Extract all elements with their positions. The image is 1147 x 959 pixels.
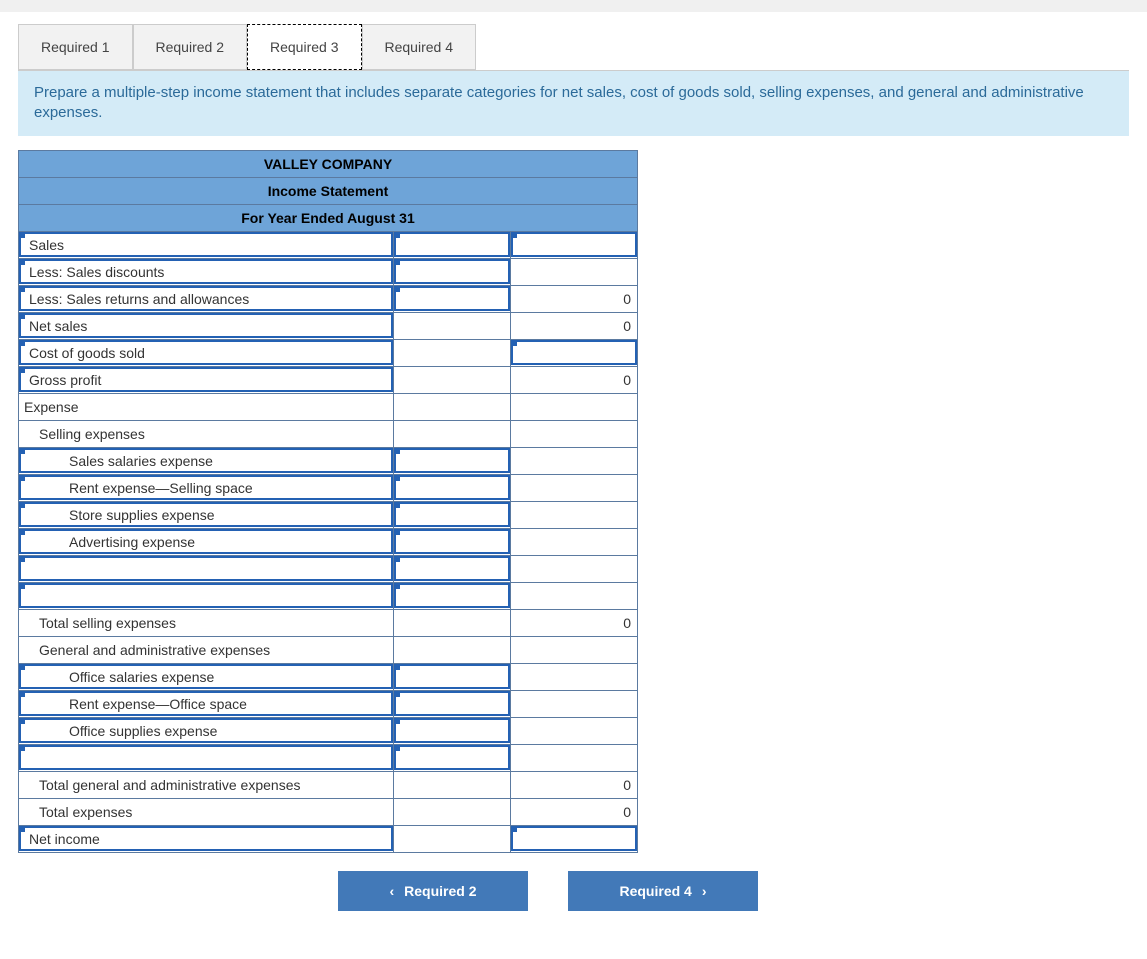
row-21-label: Total expenses [19, 798, 394, 825]
row-2-label-input[interactable]: Less: Sales returns and allowances [19, 285, 394, 312]
row-11-mid-input[interactable] [394, 528, 511, 555]
row-10-label-input[interactable]: Store supplies expense [19, 501, 394, 528]
row-6-label: Expense [19, 393, 394, 420]
row-17-label-input[interactable]: Rent expense—Office space [19, 690, 394, 717]
row-7-mid [394, 420, 511, 447]
income-statement-worksheet: VALLEY COMPANY Income Statement For Year… [18, 150, 638, 853]
row-12-mid-input[interactable] [394, 555, 511, 582]
row-0-label-input[interactable]: Sales [19, 231, 394, 258]
row-5-label-input[interactable]: Gross profit [19, 366, 394, 393]
row-18-right [511, 717, 638, 744]
row-22-mid [394, 825, 511, 852]
row-1-mid-input[interactable] [394, 258, 511, 285]
row-9-right [511, 474, 638, 501]
header-company: VALLEY COMPANY [19, 150, 638, 177]
row-10-right [511, 501, 638, 528]
row-1-right [511, 258, 638, 285]
row-4-label-input[interactable]: Cost of goods sold [19, 339, 394, 366]
tab-required-2[interactable]: Required 2 [133, 24, 248, 70]
next-button[interactable]: Required 4 › [568, 871, 758, 911]
row-17-right [511, 690, 638, 717]
row-19-right [511, 744, 638, 771]
row-16-mid-input[interactable] [394, 663, 511, 690]
chevron-right-icon: › [702, 883, 707, 899]
row-4-mid [394, 339, 511, 366]
tab-required-1[interactable]: Required 1 [18, 24, 133, 70]
row-2-right: 0 [511, 285, 638, 312]
row-15-mid [394, 636, 511, 663]
row-11-right [511, 528, 638, 555]
row-12-right [511, 555, 638, 582]
row-15-label: General and administrative expenses [19, 636, 394, 663]
row-6-right [511, 393, 638, 420]
row-13-label-input[interactable] [19, 582, 394, 609]
row-8-right [511, 447, 638, 474]
row-17-mid-input[interactable] [394, 690, 511, 717]
row-16-right [511, 663, 638, 690]
row-0-mid-input[interactable] [394, 231, 511, 258]
row-16-label-input[interactable]: Office salaries expense [19, 663, 394, 690]
header-period: For Year Ended August 31 [19, 204, 638, 231]
row-2-mid-input[interactable] [394, 285, 511, 312]
row-18-mid-input[interactable] [394, 717, 511, 744]
row-6-mid [394, 393, 511, 420]
next-button-label: Required 4 [619, 883, 691, 899]
row-22-label-input[interactable]: Net income [19, 825, 394, 852]
row-21-right: 0 [511, 798, 638, 825]
row-18-label-input[interactable]: Office supplies expense [19, 717, 394, 744]
row-4-right-input[interactable] [511, 339, 638, 366]
row-13-mid-input[interactable] [394, 582, 511, 609]
top-bar [0, 0, 1147, 12]
row-13-right [511, 582, 638, 609]
row-19-label-input[interactable] [19, 744, 394, 771]
row-0-right-input[interactable] [511, 231, 638, 258]
row-20-label: Total general and administrative expense… [19, 771, 394, 798]
instruction-banner: Prepare a multiple-step income statement… [18, 70, 1129, 136]
row-3-label-input[interactable]: Net sales [19, 312, 394, 339]
prev-button[interactable]: ‹ Required 2 [338, 871, 528, 911]
row-3-mid [394, 312, 511, 339]
row-8-label-input[interactable]: Sales salaries expense [19, 447, 394, 474]
row-10-mid-input[interactable] [394, 501, 511, 528]
row-20-right: 0 [511, 771, 638, 798]
row-12-label-input[interactable] [19, 555, 394, 582]
row-19-mid-input[interactable] [394, 744, 511, 771]
row-5-mid [394, 366, 511, 393]
row-14-label: Total selling expenses [19, 609, 394, 636]
row-21-mid [394, 798, 511, 825]
row-3-right: 0 [511, 312, 638, 339]
row-7-right [511, 420, 638, 447]
row-22-right-input[interactable] [511, 825, 638, 852]
row-9-label-input[interactable]: Rent expense—Selling space [19, 474, 394, 501]
row-14-mid [394, 609, 511, 636]
row-9-mid-input[interactable] [394, 474, 511, 501]
header-title: Income Statement [19, 177, 638, 204]
row-20-mid [394, 771, 511, 798]
row-15-right [511, 636, 638, 663]
tabs-row: Required 1Required 2Required 3Required 4 [18, 24, 1129, 70]
row-14-right: 0 [511, 609, 638, 636]
row-7-label: Selling expenses [19, 420, 394, 447]
prev-button-label: Required 2 [404, 883, 476, 899]
tab-required-3[interactable]: Required 3 [247, 24, 362, 70]
row-1-label-input[interactable]: Less: Sales discounts [19, 258, 394, 285]
row-5-right: 0 [511, 366, 638, 393]
tab-required-4[interactable]: Required 4 [362, 24, 477, 70]
chevron-left-icon: ‹ [389, 883, 394, 899]
row-8-mid-input[interactable] [394, 447, 511, 474]
row-11-label-input[interactable]: Advertising expense [19, 528, 394, 555]
